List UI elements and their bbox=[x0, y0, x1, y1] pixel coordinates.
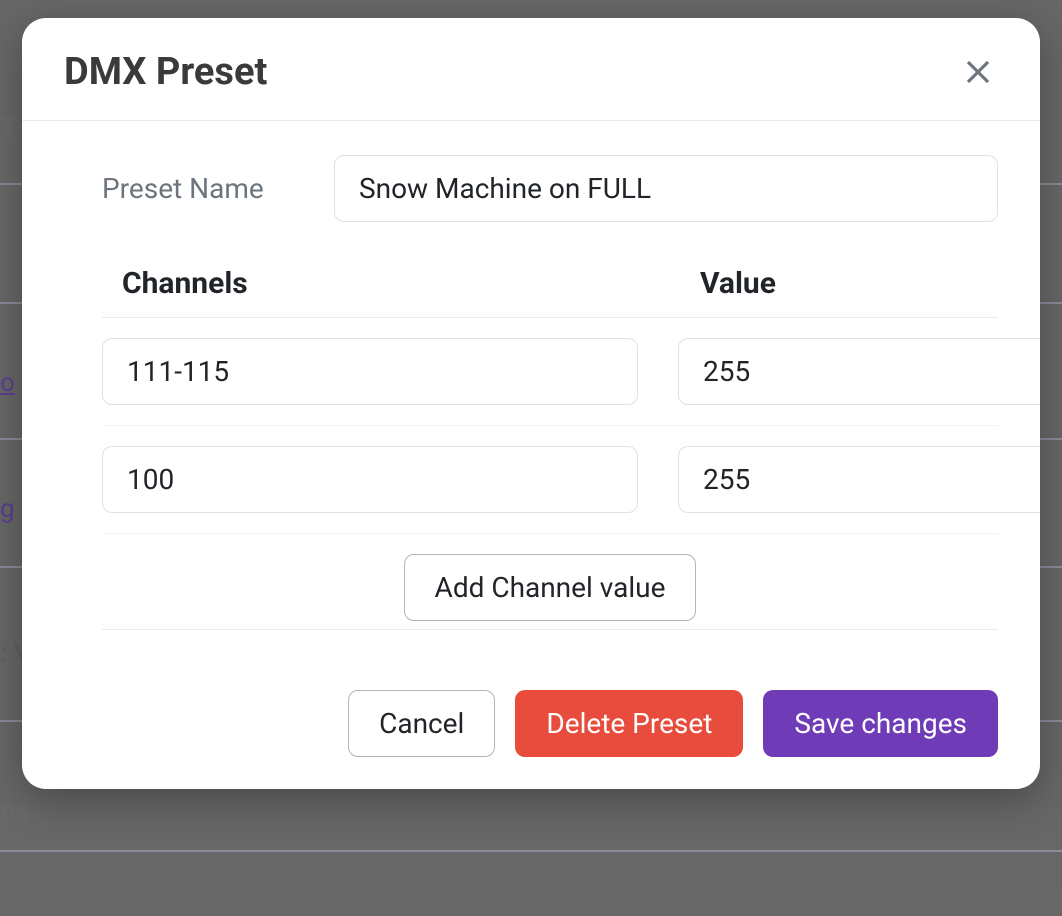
save-changes-button[interactable]: Save changes bbox=[763, 690, 998, 757]
channels-table-header: Channels Value bbox=[102, 256, 998, 318]
modal-footer: Cancel Delete Preset Save changes bbox=[22, 638, 1040, 789]
delete-preset-button[interactable]: Delete Preset bbox=[515, 690, 743, 757]
preset-name-row: Preset Name bbox=[64, 155, 998, 222]
add-channel-row: Add Channel value bbox=[102, 534, 998, 630]
close-icon bbox=[963, 57, 993, 87]
dmx-preset-modal: DMX Preset Preset Name Channels Value bbox=[22, 18, 1040, 789]
preset-name-input[interactable] bbox=[334, 155, 998, 222]
close-button[interactable] bbox=[958, 52, 998, 92]
bg-link-fragment: o bbox=[0, 368, 15, 398]
bg-text: es bbox=[0, 794, 30, 827]
channel-row bbox=[102, 426, 998, 534]
modal-body: Preset Name Channels Value bbox=[22, 121, 1040, 638]
modal-title: DMX Preset bbox=[64, 50, 267, 94]
channel-row bbox=[102, 318, 998, 426]
preset-name-label: Preset Name bbox=[102, 172, 302, 205]
bg-text: T bbox=[0, 112, 17, 145]
channels-input[interactable] bbox=[102, 338, 638, 405]
channels-input[interactable] bbox=[102, 446, 638, 513]
bg-link-fragment: g bbox=[0, 494, 15, 524]
bg-divider bbox=[0, 850, 1062, 852]
modal-header: DMX Preset bbox=[22, 18, 1040, 121]
cancel-button[interactable]: Cancel bbox=[348, 690, 495, 757]
column-header-channels: Channels bbox=[102, 266, 696, 301]
column-header-value: Value bbox=[696, 266, 998, 301]
add-channel-button[interactable]: Add Channel value bbox=[404, 554, 697, 621]
value-input[interactable] bbox=[678, 338, 1040, 405]
value-input[interactable] bbox=[678, 446, 1040, 513]
